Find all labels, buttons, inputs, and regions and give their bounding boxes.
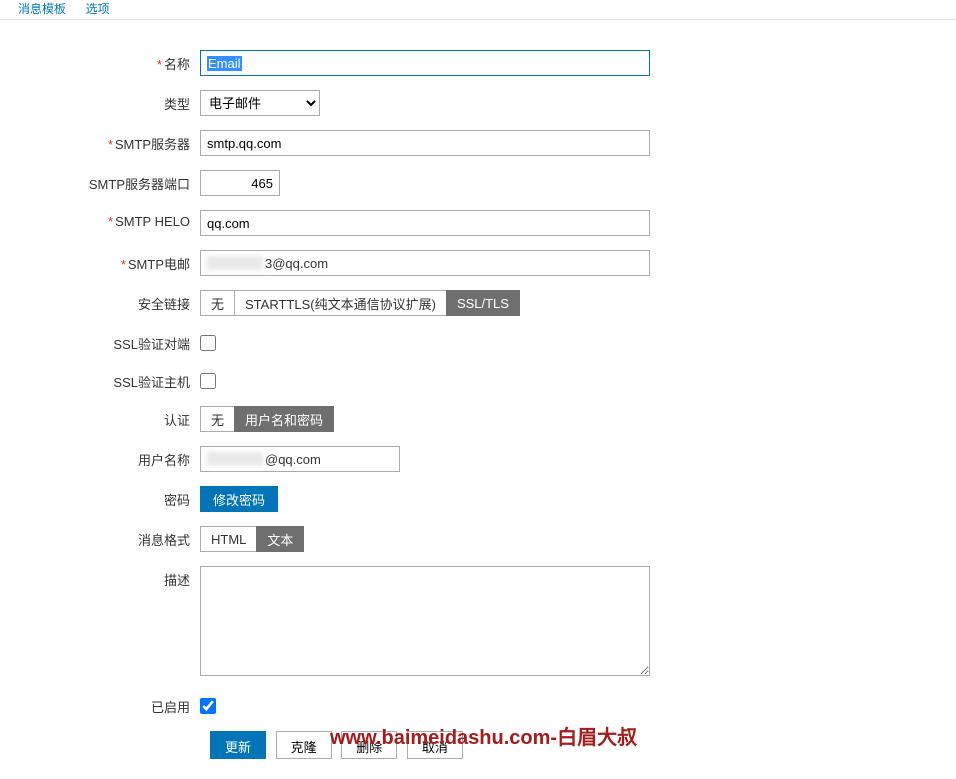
msgfmt-html[interactable]: HTML	[200, 526, 257, 552]
auth-group: 无 用户名和密码	[200, 406, 334, 432]
enabled-checkbox[interactable]	[200, 698, 216, 714]
label-ssl-peer: SSL验证对端	[0, 330, 200, 353]
label-secure-conn: 安全链接	[0, 290, 200, 313]
action-buttons: www.baimeidashu.com-白眉大叔 更新 克隆 删除 取消	[200, 731, 956, 759]
label-smtp-port: SMTP服务器端口	[0, 170, 200, 193]
secure-ssltls[interactable]: SSL/TLS	[446, 290, 520, 316]
label-name: *名称	[0, 50, 200, 73]
delete-button[interactable]: 删除	[341, 731, 397, 759]
label-smtp-server: *SMTP服务器	[0, 130, 200, 153]
auth-none[interactable]: 无	[200, 406, 235, 432]
secure-conn-group: 无 STARTTLS(纯文本通信协议扩展) SSL/TLS	[200, 290, 520, 316]
label-msg-format: 消息格式	[0, 526, 200, 549]
smtp-server-field[interactable]	[200, 130, 650, 156]
redacted-block	[207, 256, 263, 270]
username-field[interactable]: @qq.com	[200, 446, 400, 472]
smtp-email-field[interactable]: 3@qq.com	[200, 250, 650, 276]
label-enabled: 已启用	[0, 693, 200, 716]
smtp-helo-field[interactable]	[200, 210, 650, 236]
redacted-block	[207, 452, 263, 466]
label-smtp-helo: *SMTP HELO	[0, 210, 200, 229]
form: *名称 Email 类型 电子邮件 *SMTP服务器 SMTP服务器端口 *SM…	[0, 20, 956, 779]
clone-button[interactable]: 克隆	[276, 731, 332, 759]
secure-none[interactable]: 无	[200, 290, 235, 316]
secure-starttls[interactable]: STARTTLS(纯文本通信协议扩展)	[234, 290, 447, 316]
tab-options[interactable]: 选项	[78, 0, 118, 23]
ssl-host-checkbox[interactable]	[200, 373, 216, 389]
tab-templates[interactable]: 消息模板	[10, 0, 74, 23]
label-smtp-email: *SMTP电邮	[0, 250, 200, 273]
tabs-bar: 消息模板 选项	[0, 0, 956, 20]
label-ssl-host: SSL验证主机	[0, 368, 200, 391]
label-username: 用户名称	[0, 446, 200, 469]
label-password: 密码	[0, 486, 200, 509]
cancel-button[interactable]: 取消	[407, 731, 463, 759]
name-field[interactable]: Email	[200, 50, 650, 76]
description-field[interactable]	[200, 566, 650, 676]
type-select[interactable]: 电子邮件	[200, 90, 320, 116]
msgfmt-text[interactable]: 文本	[256, 526, 304, 552]
smtp-port-field[interactable]	[200, 170, 280, 196]
label-description: 描述	[0, 566, 200, 589]
auth-userpass[interactable]: 用户名和密码	[234, 406, 334, 432]
msg-format-group: HTML 文本	[200, 526, 304, 552]
update-button[interactable]: 更新	[210, 731, 266, 759]
change-password-button[interactable]: 修改密码	[200, 486, 278, 512]
label-type: 类型	[0, 90, 200, 113]
ssl-peer-checkbox[interactable]	[200, 335, 216, 351]
label-auth: 认证	[0, 406, 200, 429]
